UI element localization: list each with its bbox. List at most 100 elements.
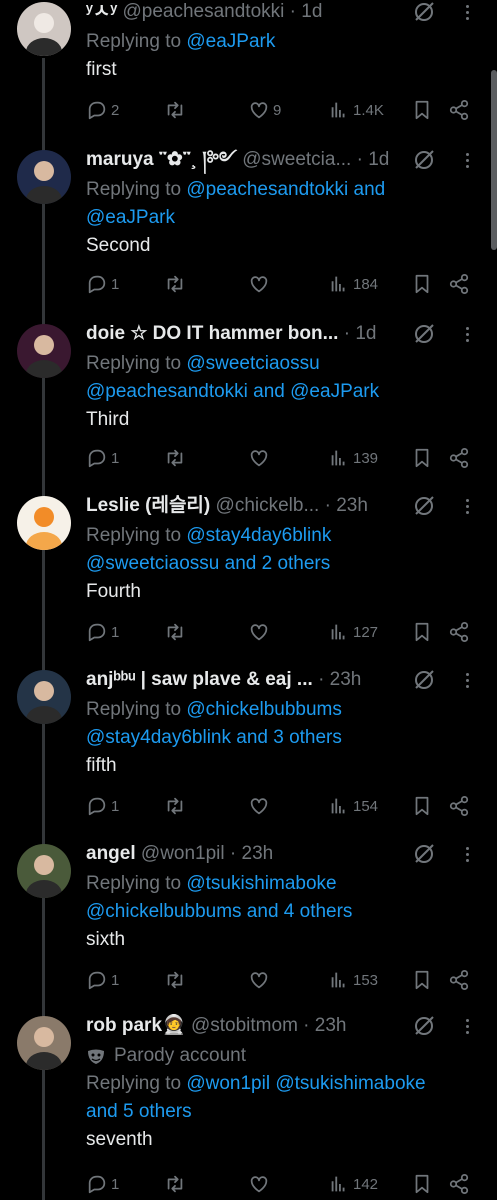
more-icon[interactable] [460, 150, 474, 174]
views-button[interactable]: 153 [328, 966, 378, 994]
retweet-button[interactable] [164, 444, 189, 472]
views-button[interactable]: 139 [328, 444, 378, 472]
timestamp[interactable]: 23h [336, 495, 368, 516]
like-button[interactable]: 9 [248, 96, 281, 124]
reply-button[interactable]: 1 [86, 792, 119, 820]
bookmark-button[interactable] [411, 96, 433, 124]
views-button[interactable]: 1.4K [328, 96, 384, 124]
views-button[interactable]: 127 [328, 618, 378, 646]
like-button[interactable] [248, 792, 273, 820]
retweet-button[interactable] [164, 270, 189, 298]
reply-button[interactable]: 1 [86, 966, 119, 994]
retweet-button[interactable] [164, 792, 189, 820]
reply-button[interactable]: 2 [86, 96, 119, 124]
retweet-button[interactable] [164, 96, 189, 124]
share-button[interactable] [448, 618, 470, 646]
retweet-button[interactable] [164, 1170, 189, 1198]
like-button[interactable] [248, 966, 273, 994]
tweet[interactable]: doie ☆ DO IT hammer bon... · 1d Replying… [0, 322, 497, 496]
avatar[interactable] [17, 2, 71, 56]
grok-icon[interactable] [412, 668, 436, 692]
grok-icon[interactable] [412, 322, 436, 346]
views-button[interactable]: 184 [328, 270, 378, 298]
timestamp[interactable]: 1d [368, 149, 389, 170]
share-button[interactable] [448, 444, 470, 472]
share-button[interactable] [448, 1170, 470, 1198]
like-button[interactable] [248, 618, 273, 646]
views-button[interactable]: 154 [328, 792, 378, 820]
like-button[interactable] [248, 444, 273, 472]
display-name[interactable]: maruya ་༌✿་༌¸ །༻ [86, 149, 237, 170]
like-button[interactable] [248, 270, 273, 298]
more-icon[interactable] [460, 496, 474, 520]
mention-link[interactable]: @peachesandtokki and [186, 179, 385, 200]
views-button[interactable]: 142 [328, 1170, 378, 1198]
timestamp[interactable]: 1d [355, 323, 376, 344]
avatar[interactable] [17, 324, 71, 378]
reply-button[interactable]: 1 [86, 444, 119, 472]
tweet[interactable]: Leslie (레슬리) @chickelb... · 23h Replying… [0, 494, 497, 668]
mention-link[interactable]: @chickelbubbums and 4 others [86, 901, 352, 922]
display-name[interactable]: ʸㅅʸ [86, 1, 117, 22]
display-name[interactable]: Leslie (레슬리) [86, 495, 210, 516]
more-icon[interactable] [460, 1016, 474, 1040]
grok-icon[interactable] [412, 148, 436, 172]
tweet[interactable]: maruya ་༌✿་༌¸ །༻ @sweetcia... · 1d Reply… [0, 148, 497, 322]
display-name[interactable]: anjᵇᵇᵘ | saw plave & eaj ... [86, 669, 313, 690]
avatar[interactable] [17, 844, 71, 898]
display-name[interactable]: doie ☆ DO IT hammer bon... [86, 323, 338, 344]
reply-button[interactable]: 1 [86, 270, 119, 298]
share-button[interactable] [448, 792, 470, 820]
mention-link[interactable]: @sweetciaossu and 2 others [86, 553, 330, 574]
display-name[interactable]: rob park🧑‍🚀 [86, 1015, 186, 1036]
mention-link[interactable]: @won1pil @tsukishimaboke [186, 1073, 425, 1094]
bookmark-button[interactable] [411, 270, 433, 298]
tweet[interactable]: rob park🧑‍🚀 @stobitmom · 23h Parody acco… [0, 1014, 497, 1195]
user-handle[interactable]: @peachesandtokki [122, 1, 284, 22]
timestamp[interactable]: 23h [330, 669, 362, 690]
reply-button[interactable]: 1 [86, 1170, 119, 1198]
share-button[interactable] [448, 270, 470, 298]
timestamp[interactable]: 1d [301, 1, 322, 22]
grok-icon[interactable] [412, 494, 436, 518]
share-button[interactable] [448, 966, 470, 994]
grok-icon[interactable] [412, 1014, 436, 1038]
avatar[interactable] [17, 1016, 71, 1070]
retweet-button[interactable] [164, 618, 189, 646]
tweet[interactable]: anjᵇᵇᵘ | saw plave & eaj ... · 23h Reply… [0, 668, 497, 842]
reply-button[interactable]: 1 [86, 618, 119, 646]
mention-link[interactable]: @peachesandtokki and @eaJPark [86, 381, 379, 402]
timestamp[interactable]: 23h [315, 1015, 347, 1036]
bookmark-button[interactable] [411, 1170, 433, 1198]
more-icon[interactable] [460, 324, 474, 348]
user-handle[interactable]: @sweetcia... [242, 149, 351, 170]
bookmark-button[interactable] [411, 966, 433, 994]
timestamp[interactable]: 23h [242, 843, 274, 864]
mention-link[interactable]: @stay4day6blink [186, 525, 331, 546]
user-handle[interactable]: @chickelb... [216, 495, 320, 516]
avatar[interactable] [17, 150, 71, 204]
more-icon[interactable] [460, 2, 474, 26]
mention-link[interactable]: and 5 others [86, 1101, 192, 1122]
mention-link[interactable]: @eaJPark [86, 207, 175, 228]
user-handle[interactable]: @stobitmom [191, 1015, 298, 1036]
mention-link[interactable]: @chickelbubbums [186, 699, 342, 720]
mention-link[interactable]: @eaJPark [186, 31, 275, 52]
bookmark-button[interactable] [411, 792, 433, 820]
display-name[interactable]: angel [86, 843, 136, 864]
retweet-button[interactable] [164, 966, 189, 994]
mention-link[interactable]: @tsukishimaboke [186, 873, 336, 894]
grok-icon[interactable] [412, 0, 436, 24]
avatar[interactable] [17, 670, 71, 724]
user-handle[interactable]: @won1pil [141, 843, 225, 864]
bookmark-button[interactable] [411, 618, 433, 646]
mention-link[interactable]: @stay4day6blink and 3 others [86, 727, 342, 748]
grok-icon[interactable] [412, 842, 436, 866]
avatar[interactable] [17, 496, 71, 550]
mention-link[interactable]: @sweetciaossu [186, 353, 319, 374]
tweet[interactable]: angel @won1pil · 23h Replying to @tsukis… [0, 842, 497, 1016]
more-icon[interactable] [460, 844, 474, 868]
share-button[interactable] [448, 96, 470, 124]
bookmark-button[interactable] [411, 444, 433, 472]
like-button[interactable] [248, 1170, 273, 1198]
